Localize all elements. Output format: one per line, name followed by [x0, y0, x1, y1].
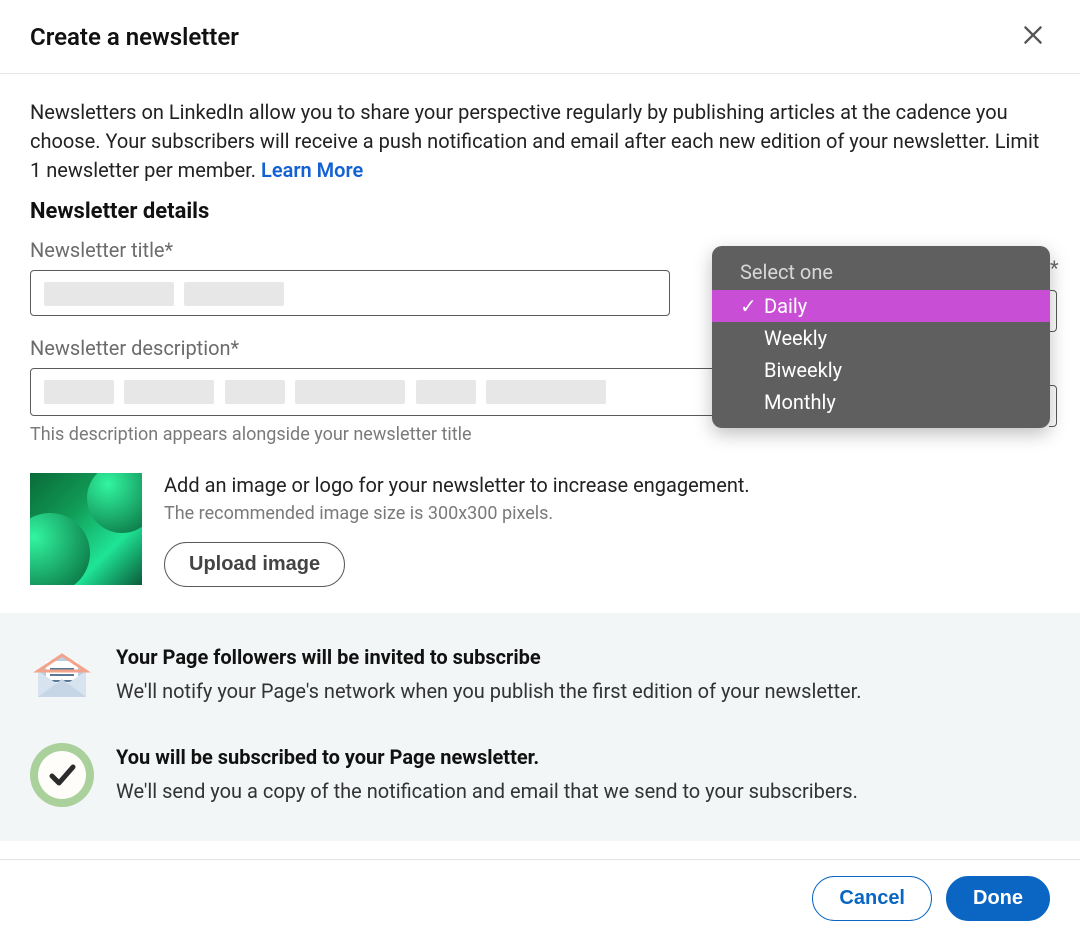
intro-paragraph: Newsletters on LinkedIn allow you to sha…: [30, 98, 1050, 185]
modal-footer: Cancel Done: [0, 859, 1080, 941]
info-panel: Your Page followers will be invited to s…: [0, 613, 1080, 841]
dropdown-header: Select one: [712, 256, 1050, 290]
dropdown-option-weekly[interactable]: Weekly: [712, 322, 1050, 354]
modal-header: Create a newsletter: [0, 0, 1080, 74]
done-button[interactable]: Done: [946, 876, 1050, 921]
image-lead-text: Add an image or logo for your newsletter…: [164, 473, 750, 497]
newsletter-title-field: Newsletter title*: [30, 238, 670, 316]
info-item-invite: Your Page followers will be invited to s…: [30, 643, 1050, 707]
redacted-text: [416, 380, 476, 404]
info-item-subscribed: You will be subscribed to your Page news…: [30, 743, 1050, 807]
close-button[interactable]: [1016, 18, 1050, 55]
description-input-edge: [1049, 385, 1057, 427]
close-icon: [1020, 22, 1046, 48]
newsletter-title-label: Newsletter title*: [30, 238, 670, 262]
redacted-text: [44, 380, 114, 404]
info-body-subscribed: We'll send you a copy of the notificatio…: [116, 779, 858, 803]
cancel-button[interactable]: Cancel: [812, 876, 932, 921]
image-upload-row: Add an image or logo for your newsletter…: [30, 473, 1050, 587]
dropdown-option-label: Daily: [764, 294, 807, 318]
dropdown-option-label: Biweekly: [764, 358, 842, 382]
modal-title: Create a newsletter: [30, 23, 239, 51]
info-body-invite: We'll notify your Page's network when yo…: [116, 679, 861, 703]
frequency-dropdown[interactable]: Select one ✓ Daily Weekly Biweekly Month…: [712, 246, 1050, 428]
redacted-text: [225, 380, 285, 404]
check-circle-icon: [30, 743, 94, 807]
info-text-invite: Your Page followers will be invited to s…: [116, 643, 861, 703]
intro-text: Newsletters on LinkedIn allow you to sha…: [30, 100, 1039, 182]
redacted-text: [124, 380, 214, 404]
dropdown-option-daily[interactable]: ✓ Daily: [712, 290, 1050, 322]
image-upload-text: Add an image or logo for your newsletter…: [164, 473, 750, 587]
checkmark-icon: ✓: [740, 294, 754, 318]
envelope-icon: [30, 643, 94, 707]
newsletter-title-input[interactable]: [30, 270, 670, 316]
frequency-select-edge: [1049, 290, 1057, 332]
info-title-subscribed: You will be subscribed to your Page news…: [116, 745, 858, 769]
dropdown-option-label: Monthly: [764, 390, 836, 414]
redacted-text: [295, 380, 405, 404]
info-text-subscribed: You will be subscribed to your Page news…: [116, 743, 858, 803]
section-title: Newsletter details: [30, 199, 1050, 224]
dropdown-option-monthly[interactable]: Monthly: [712, 386, 1050, 418]
upload-image-button[interactable]: Upload image: [164, 542, 345, 587]
info-title-invite: Your Page followers will be invited to s…: [116, 645, 861, 669]
frequency-asterisk: *: [1050, 256, 1059, 280]
image-sub-text: The recommended image size is 300x300 pi…: [164, 503, 750, 524]
redacted-text: [486, 380, 606, 404]
redacted-text: [184, 282, 284, 306]
learn-more-link[interactable]: Learn More: [261, 158, 363, 182]
dropdown-option-label: Weekly: [764, 326, 827, 350]
create-newsletter-modal: Create a newsletter Newsletters on Linke…: [0, 0, 1080, 941]
newsletter-thumbnail: [30, 473, 142, 585]
dropdown-option-biweekly[interactable]: Biweekly: [712, 354, 1050, 386]
redacted-text: [44, 282, 174, 306]
modal-body: Newsletters on LinkedIn allow you to sha…: [0, 74, 1080, 859]
